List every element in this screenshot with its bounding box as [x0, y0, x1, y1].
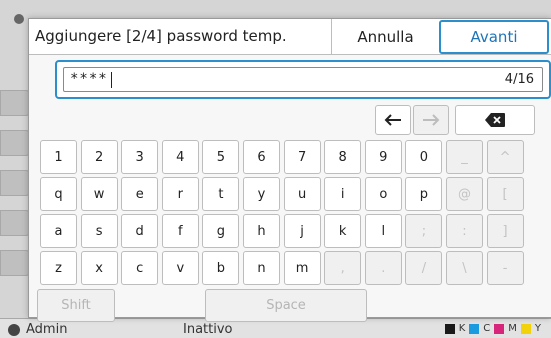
background-tab — [0, 210, 30, 236]
key-o[interactable]: o — [364, 177, 402, 211]
backspace-key[interactable] — [455, 105, 535, 135]
user-indicator: Admin — [8, 322, 67, 337]
cursor-left-key[interactable] — [375, 105, 411, 135]
password-dialog: Aggiungere [2/4] password temp. Annulla … — [28, 18, 551, 322]
key-v[interactable]: v — [161, 251, 199, 285]
key-c[interactable]: c — [121, 251, 159, 285]
ink-levels: KCMY — [444, 323, 541, 334]
key-symbol[interactable]: - — [486, 251, 524, 285]
key-f[interactable]: f — [161, 214, 199, 248]
key-symbol[interactable]: [ — [486, 177, 524, 211]
user-name: Admin — [26, 322, 68, 337]
key-p[interactable]: p — [405, 177, 443, 211]
key-w[interactable]: w — [80, 177, 118, 211]
key-symbol[interactable]: . — [364, 251, 402, 285]
key-n[interactable]: n — [243, 251, 280, 285]
ink-swatch — [520, 323, 531, 334]
ink-swatch — [444, 323, 455, 334]
key-0[interactable]: 0 — [405, 140, 443, 174]
background-tab — [0, 130, 30, 156]
background-tab — [0, 170, 30, 196]
key-5[interactable]: 5 — [202, 140, 240, 174]
key-symbol[interactable]: _ — [446, 140, 483, 174]
key-u[interactable]: u — [283, 177, 321, 211]
key-4[interactable]: 4 — [161, 140, 199, 174]
key-b[interactable]: b — [202, 251, 240, 285]
key-g[interactable]: g — [202, 214, 240, 248]
key-l[interactable]: l — [364, 214, 402, 248]
machine-status: Inattivo — [183, 322, 233, 337]
arrow-left-icon — [384, 114, 401, 126]
shift-key[interactable]: Shift — [37, 289, 115, 322]
key-y[interactable]: y — [243, 177, 280, 211]
key-6[interactable]: 6 — [243, 140, 280, 174]
key-symbol[interactable]: : — [446, 214, 483, 248]
background-tab — [0, 250, 30, 276]
space-key[interactable]: Space — [205, 289, 367, 322]
key-i[interactable]: i — [324, 177, 362, 211]
cancel-button[interactable]: Annulla — [331, 19, 439, 54]
key-d[interactable]: d — [121, 214, 159, 248]
text-caret — [111, 72, 112, 88]
key-symbol[interactable]: ] — [486, 214, 524, 248]
next-button[interactable]: Avanti — [439, 20, 549, 54]
ink-label: C — [483, 323, 491, 334]
ink-label: Y — [534, 323, 541, 334]
key-symbol[interactable]: @ — [446, 177, 483, 211]
key-q[interactable]: q — [40, 177, 77, 211]
password-field-frame: **** 4/16 — [55, 60, 551, 99]
key-2[interactable]: 2 — [80, 140, 118, 174]
key-m[interactable]: m — [283, 251, 321, 285]
key-1[interactable]: 1 — [40, 140, 77, 174]
dialog-title: Aggiungere [2/4] password temp. — [35, 27, 287, 45]
key-symbol[interactable]: / — [405, 251, 443, 285]
key-e[interactable]: e — [121, 177, 159, 211]
ink-swatch — [494, 323, 505, 334]
key-symbol[interactable]: ^ — [486, 140, 524, 174]
key-7[interactable]: 7 — [283, 140, 321, 174]
key-symbol[interactable]: \ — [446, 251, 483, 285]
key-symbol[interactable]: ; — [405, 214, 443, 248]
settings-icon — [14, 14, 24, 24]
background-tab — [0, 90, 30, 116]
key-t[interactable]: t — [202, 177, 240, 211]
key-8[interactable]: 8 — [324, 140, 362, 174]
key-z[interactable]: z — [40, 251, 77, 285]
character-counter: 4/16 — [504, 72, 534, 87]
user-icon — [8, 323, 20, 336]
backspace-icon — [485, 113, 505, 127]
password-value: **** — [70, 71, 108, 87]
key-h[interactable]: h — [243, 214, 280, 248]
key-j[interactable]: j — [283, 214, 321, 248]
key-symbol[interactable]: , — [324, 251, 362, 285]
ink-label: K — [458, 323, 466, 334]
dialog-header: Aggiungere [2/4] password temp. Annulla … — [29, 19, 551, 55]
key-k[interactable]: k — [324, 214, 362, 248]
ink-label: M — [508, 323, 517, 334]
key-9[interactable]: 9 — [364, 140, 402, 174]
key-s[interactable]: s — [80, 214, 118, 248]
key-a[interactable]: a — [40, 214, 77, 248]
arrow-right-icon — [423, 114, 440, 126]
key-r[interactable]: r — [161, 177, 199, 211]
ink-swatch — [469, 323, 480, 334]
key-x[interactable]: x — [80, 251, 118, 285]
cursor-right-key[interactable] — [413, 105, 449, 135]
password-input[interactable]: **** 4/16 — [63, 67, 543, 92]
key-3[interactable]: 3 — [121, 140, 159, 174]
